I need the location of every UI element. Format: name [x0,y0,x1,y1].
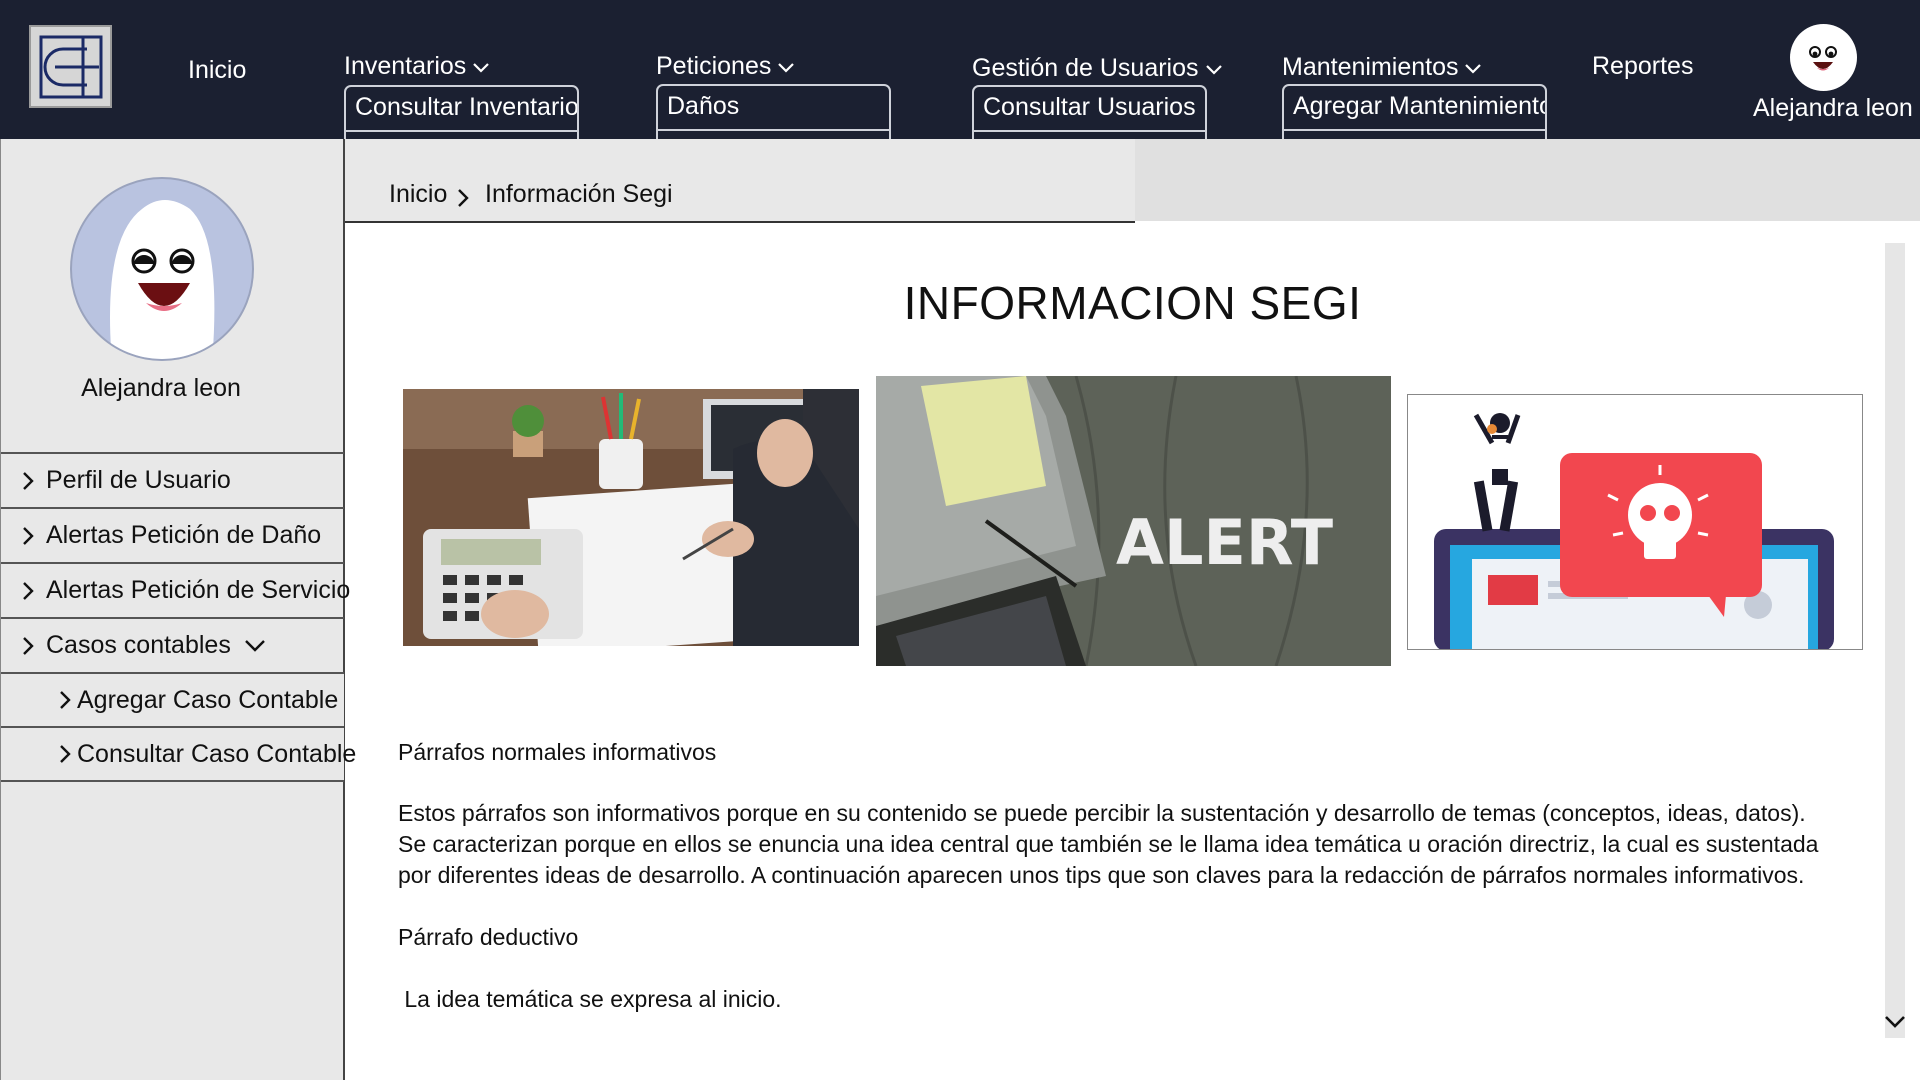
sidebar-user-name: Alejandra leon [81,374,241,402]
alert-photo-icon: ALERT [876,376,1391,666]
alert-photo: ALERT [876,376,1391,666]
paragraph-line: Se caracterizan porque en ellos se enunc… [398,831,1819,857]
chevron-right-icon [59,745,71,763]
paragraph-line: La idea temática se expresa al inicio. [398,986,782,1012]
sidebar-item-label: Perfil de Usuario [46,466,231,494]
chevron-right-icon [22,636,34,655]
calculator-photo-icon [403,389,859,646]
menu-item-agregar-mantenimiento[interactable]: Agregar Mantenimiento [1284,86,1545,129]
chevron-right-icon [22,526,34,545]
sidebar-item-alertas-servicio[interactable]: Alertas Petición de Servicio [1,564,350,619]
nav-mantenimientos-label: Mantenimientos [1282,53,1459,81]
sidebar-item-label: Casos contables [46,631,231,659]
chevron-down-icon [244,639,265,652]
sidebar-item-label: Alertas Petición de Servicio [46,576,351,604]
sidebar-item-perfil[interactable]: Perfil de Usuario [1,454,344,509]
smiley-face-icon [110,200,215,359]
nav-home[interactable]: Inicio [188,56,246,85]
user-avatar[interactable] [1790,24,1857,91]
sidebar-item-consultar-caso[interactable]: Consultar Caso Contable [1,728,356,782]
menu-item-consultar-inventarios[interactable]: Consultar Inventarios [346,87,577,130]
virus-illustration [1407,394,1863,650]
smiley-face-icon [1801,30,1845,86]
paragraph-line: por diferentes ideas de desarrollo. A co… [398,862,1805,888]
breadcrumb-home[interactable]: Inicio [389,180,447,209]
nav-inventarios[interactable]: Inventarios [344,51,490,81]
nav-reportes[interactable]: Reportes [1592,52,1693,81]
sidebar-item-casos-contables[interactable]: Casos contables [1,619,344,674]
sidebar-item-agregar-caso[interactable]: Agregar Caso Contable [1,674,344,728]
nav-inventarios-label: Inventarios [344,52,467,80]
app-logo[interactable] [29,25,112,108]
sidebar-item-alertas-dano[interactable]: Alertas Petición de Daño [1,509,344,564]
accounting-photo [403,389,859,646]
user-name[interactable]: Alejandra leon [1753,94,1913,123]
nav-peticiones[interactable]: Peticiones [656,51,795,81]
sidebar-item-label: Alertas Petición de Daño [46,521,322,549]
chevron-down-icon [1205,53,1222,82]
scrollbar[interactable] [1885,243,1905,1038]
nav-gestion-usuarios-label: Gestión de Usuarios [972,54,1199,82]
chevron-down-icon [778,51,795,80]
nav-peticiones-label: Peticiones [656,52,772,80]
chevron-down-icon [1465,52,1482,81]
chevron-right-icon [22,581,34,600]
page-title: INFORMACION SEGI [903,277,1362,329]
nav-mantenimientos[interactable]: Mantenimientos [1282,52,1482,82]
logo-icon [39,35,103,99]
nav-gestion-usuarios[interactable]: Gestión de Usuarios [972,54,1222,83]
top-navbar: Inicio Inventarios Consultar Inventarios… [0,0,1920,175]
menu-item-consultar-usuarios[interactable]: Consultar Usuarios [974,87,1205,130]
section-heading-deductivo: Párrafo deductivo [398,924,579,950]
section-heading-informativos: Párrafos normales informativos [398,739,717,765]
paragraph-line: Estos párrafos son informativos porque e… [398,800,1806,826]
sidebar-item-label: Consultar Caso Contable [77,739,357,768]
sidebar-menu: Perfil de Usuario Alertas Petición de Da… [1,452,356,782]
alert-text: ALERT [1116,506,1333,579]
scroll-down-icon[interactable] [1884,1015,1906,1034]
virus-alert-icon [1434,413,1834,649]
sidebar-item-label: Agregar Caso Contable [77,685,339,714]
chevron-right-icon [59,691,71,709]
chevron-right-icon [457,185,469,214]
chevron-right-icon [22,471,34,490]
breadcrumb-current: Información Segi [485,180,673,208]
profile-avatar[interactable] [70,177,254,361]
menu-item-danos[interactable]: Daños [658,86,889,129]
chevron-down-icon [473,51,490,80]
